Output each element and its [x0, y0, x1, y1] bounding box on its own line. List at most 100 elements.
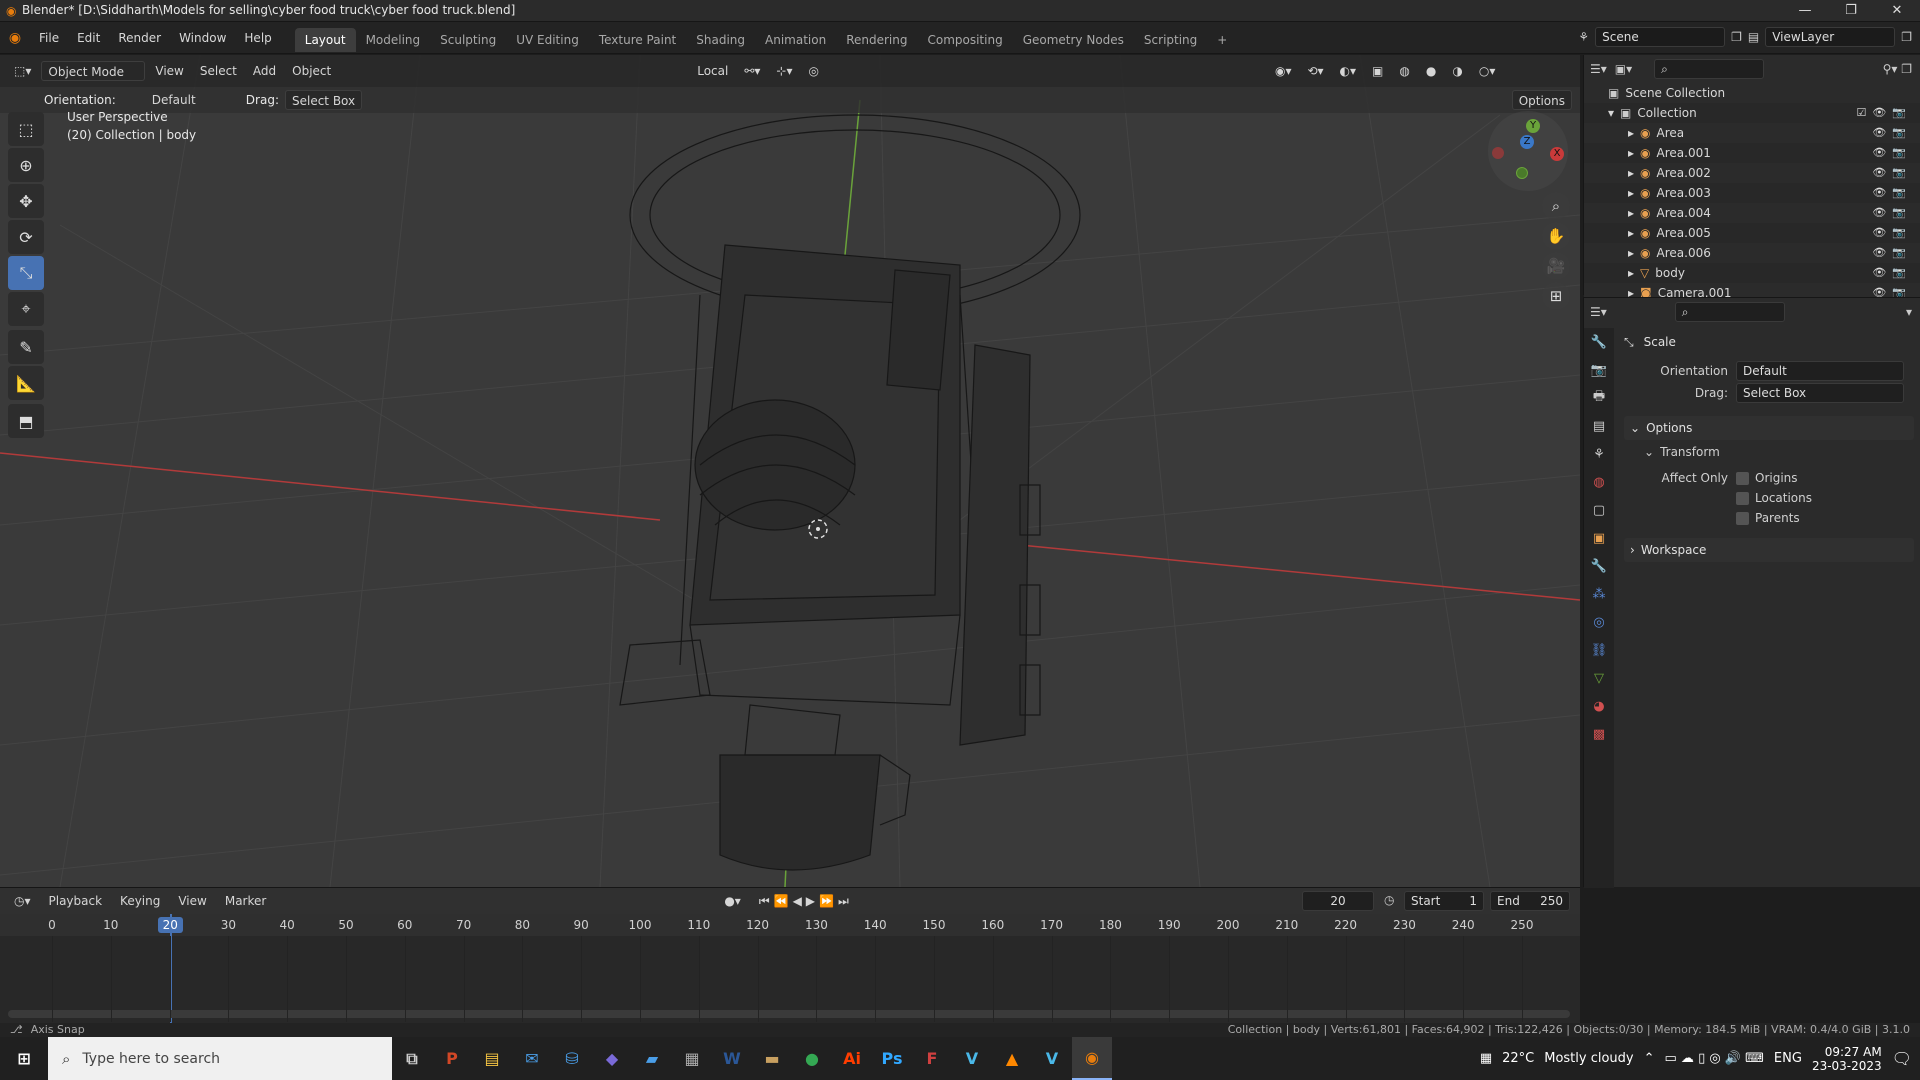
expand-arrow-icon[interactable]: ▸ [1628, 226, 1634, 240]
weather-icon[interactable]: ▦ [1480, 1051, 1492, 1066]
start-frame-field[interactable]: Start 1 [1404, 891, 1484, 911]
expand-arrow-icon[interactable]: ▸ [1628, 166, 1634, 180]
menu-edit[interactable]: Edit [68, 22, 109, 54]
app-icon[interactable]: V [952, 1037, 992, 1080]
tab-shading[interactable]: Shading [686, 28, 755, 52]
snap-icon[interactable]: ⊹▾ [770, 61, 798, 81]
viewport-menu-add[interactable]: Add [247, 61, 282, 81]
texture-tab-icon[interactable]: ▩ [1584, 720, 1614, 748]
scene-selector[interactable]: Scene [1595, 27, 1726, 47]
expand-arrow-icon[interactable]: ▸ [1628, 186, 1634, 200]
tray-apps-icon[interactable]: ▭ ☁ ▯ ◎ 🔊 ⌨ [1665, 1051, 1764, 1066]
tab-rendering[interactable]: Rendering [836, 28, 917, 52]
app-icon[interactable]: V [1032, 1037, 1072, 1080]
app-icon[interactable]: ▰ [632, 1037, 672, 1080]
tray-chevron-icon[interactable]: ⌃ [1644, 1051, 1655, 1066]
gizmo-neg-y[interactable] [1516, 167, 1528, 179]
minimize-button[interactable]: — [1782, 0, 1828, 22]
drag-dropdown[interactable]: Select Box [1736, 383, 1904, 403]
current-frame-field[interactable]: 20 [1302, 891, 1374, 911]
physics-tab-icon[interactable]: ◎ [1584, 608, 1614, 636]
pivot-icon[interactable]: ⚯▾ [738, 61, 766, 81]
collection-visibility-icons[interactable]: ☑👁📷 [1856, 103, 1912, 123]
material-tab-icon[interactable]: ◕ [1584, 692, 1614, 720]
timeline-view-menu[interactable]: View [172, 891, 212, 911]
overlay-toggle-icon[interactable]: ◐▾ [1334, 61, 1363, 81]
visibility-icons[interactable]: 👁📷 [1872, 123, 1912, 143]
app-icon[interactable]: ◆ [592, 1037, 632, 1080]
app-icon[interactable]: ▬ [752, 1037, 792, 1080]
options-panel-header[interactable]: ⌄ Options [1624, 416, 1914, 440]
gizmo-neg-x[interactable] [1492, 147, 1504, 159]
collection-row[interactable]: ▾ ▣ Collection ☑👁📷 [1584, 103, 1920, 123]
tab-uv-editing[interactable]: UV Editing [506, 28, 589, 52]
list-item[interactable]: ▸ ◉ Area 👁📷 [1584, 123, 1920, 143]
record-button[interactable]: ●▾ [718, 891, 747, 911]
menu-file[interactable]: File [30, 22, 68, 54]
taskbar-search-box[interactable]: ⌕ Type here to search [48, 1037, 392, 1080]
language-indicator[interactable]: ENG [1774, 1051, 1802, 1066]
filter-icon[interactable]: ⚲▾ ❐ [1883, 62, 1912, 76]
new-view-layer-icon[interactable]: ❐ [1901, 30, 1912, 44]
shading-solid-icon[interactable]: ● [1420, 61, 1442, 81]
scene-tab-icon[interactable]: ⚘ [1584, 440, 1614, 468]
app-icon[interactable]: ▦ [672, 1037, 712, 1080]
tab-texture-paint[interactable]: Texture Paint [589, 28, 686, 52]
transform-tool-icon[interactable]: ⌖ [8, 292, 44, 326]
gizmo-toggle-icon[interactable]: ⟲▾ [1301, 61, 1329, 81]
outliner-search-input[interactable]: ⌕ [1654, 59, 1765, 79]
shading-rendered-icon[interactable]: ○▾ [1473, 61, 1502, 81]
list-item[interactable]: ▸ ◉ Area.004 👁📷 [1584, 203, 1920, 223]
tool-tab-icon[interactable]: 🔧 [1584, 328, 1614, 356]
tab-compositing[interactable]: Compositing [917, 28, 1012, 52]
gizmo-x-axis[interactable]: X [1550, 147, 1564, 161]
locations-checkbox[interactable]: Locations [1736, 491, 1812, 505]
temperature[interactable]: 22°C [1502, 1051, 1534, 1066]
expand-arrow-icon[interactable]: ▸ [1628, 126, 1634, 140]
app-icon[interactable]: F [912, 1037, 952, 1080]
transform-space-selector[interactable]: Local [691, 61, 734, 81]
list-item[interactable]: ▸ ◉ Area.006 👁📷 [1584, 243, 1920, 263]
gizmo-z-axis[interactable]: Z [1520, 135, 1534, 149]
list-item[interactable]: ▸ ◉ Area.005 👁📷 [1584, 223, 1920, 243]
add-cube-tool-icon[interactable]: ⬒ [8, 404, 44, 438]
viewport-scene[interactable] [0, 55, 1580, 887]
camera-view-icon[interactable]: 🎥 [1542, 252, 1570, 280]
editor-type-icon[interactable]: ⬚▾ [8, 61, 37, 81]
outliner-editor-icon[interactable]: ☰▾ [1590, 62, 1607, 76]
chrome-icon[interactable]: ● [792, 1037, 832, 1080]
rotate-tool-icon[interactable]: ⟳ [8, 220, 44, 254]
expand-arrow-icon[interactable]: ▸ [1628, 266, 1634, 280]
powerpoint-icon[interactable]: P [432, 1037, 472, 1080]
properties-search-input[interactable]: ⌕ [1674, 302, 1785, 322]
photoshop-icon[interactable]: Ps [872, 1037, 912, 1080]
keying-menu[interactable]: Keying [114, 891, 166, 911]
expand-arrow-icon[interactable]: ▸ [1628, 146, 1634, 160]
mode-selector[interactable]: Object Mode [41, 61, 146, 81]
display-mode-icon[interactable]: ▣▾ [1615, 62, 1632, 76]
origins-checkbox[interactable]: Origins [1736, 471, 1798, 485]
notification-icon[interactable]: 🗨 [1892, 1049, 1912, 1068]
tab-modeling[interactable]: Modeling [356, 28, 431, 52]
store-icon[interactable]: ⛁ [552, 1037, 592, 1080]
cursor-tool-icon[interactable]: ⊕ [8, 148, 44, 182]
view-layer-selector[interactable]: ViewLayer [1765, 27, 1896, 47]
expand-arrow-icon[interactable]: ▸ [1628, 246, 1634, 260]
close-button[interactable]: ✕ [1874, 0, 1920, 22]
render-tab-icon[interactable]: 📷 [1584, 356, 1614, 384]
zoom-icon[interactable]: ⌕ [1542, 192, 1570, 220]
proportional-edit-icon[interactable]: ◎ [802, 61, 824, 81]
properties-editor-icon[interactable]: ☰▾ [1590, 305, 1607, 319]
add-workspace-button[interactable]: + [1207, 28, 1237, 52]
data-tab-icon[interactable]: ▽ [1584, 664, 1614, 692]
drag-dropdown[interactable]: Select Box [284, 90, 363, 110]
modifier-tab-icon[interactable]: 🔧 [1584, 552, 1614, 580]
new-scene-icon[interactable]: ❐ [1731, 30, 1742, 44]
tab-sculpting[interactable]: Sculpting [430, 28, 506, 52]
word-icon[interactable]: W [712, 1037, 752, 1080]
orientation-dropdown[interactable]: Default [146, 90, 240, 110]
menu-help[interactable]: Help [235, 22, 280, 54]
playback-menu[interactable]: Playback [43, 891, 109, 911]
maximize-button[interactable]: ❐ [1828, 0, 1874, 22]
navigation-gizmo[interactable]: Y Z X [1488, 111, 1568, 191]
